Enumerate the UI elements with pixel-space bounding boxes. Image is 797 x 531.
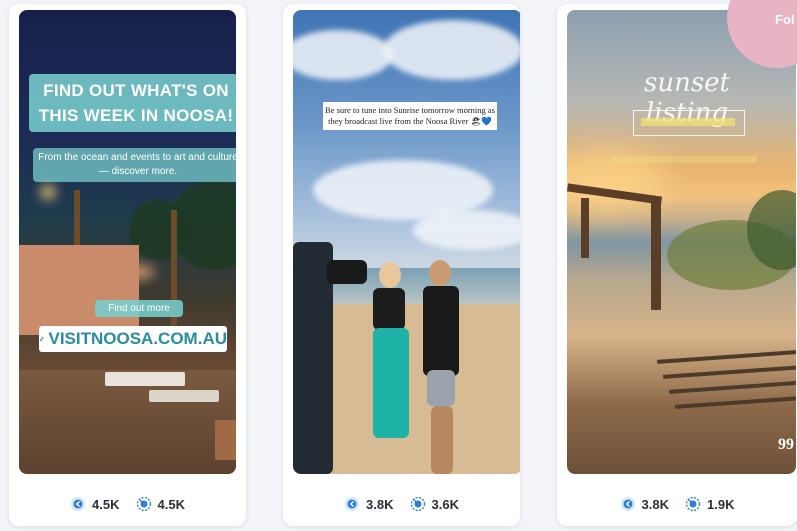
story-link-sticker: VISITNOOSA.COM.AU <box>39 326 227 352</box>
reach-icon <box>685 496 701 512</box>
story-stats: 3.8K 1.9K <box>557 482 797 526</box>
views-stat: 3.8K <box>620 496 669 512</box>
story-card-2[interactable]: Be sure to tune into Sunrise tomorrow mo… <box>283 4 520 526</box>
views-icon <box>620 497 635 511</box>
story-stats: 4.5K 4.5K <box>9 482 246 526</box>
views-icon <box>71 497 86 511</box>
views-count: 3.8K <box>641 496 669 512</box>
reach-stat: 3.6K <box>410 496 459 512</box>
story-thumbnail-1[interactable]: FIND OUT WHAT'S ON THIS WEEK IN NOOSA! F… <box>19 10 236 474</box>
story-card-1[interactable]: FIND OUT WHAT'S ON THIS WEEK IN NOOSA! F… <box>9 4 246 526</box>
story-thumbnail-3[interactable]: sunset listing 99 <box>567 10 796 474</box>
reach-count: 3.6K <box>431 496 459 512</box>
follow-badge-label: Fol <box>775 12 795 27</box>
reach-stat: 4.5K <box>136 496 185 512</box>
views-stat: 4.5K <box>70 496 120 512</box>
story-headline: FIND OUT WHAT'S ON THIS WEEK IN NOOSA! <box>29 74 236 132</box>
find-out-more-label: Find out more <box>95 300 183 317</box>
story-subline: From the ocean and events to art and cul… <box>33 148 236 182</box>
story-thumbnail-2[interactable]: Be sure to tune into Sunrise tomorrow mo… <box>293 10 520 474</box>
story-caption: Be sure to tune into Sunrise tomorrow mo… <box>323 102 497 130</box>
reach-count: 4.5K <box>157 496 185 512</box>
story-stats: 3.8K 3.6K <box>283 482 520 526</box>
story-card-3[interactable]: sunset listing 99 3.8K 1.9K <box>557 4 797 526</box>
reach-stat: 1.9K <box>685 496 734 512</box>
link-icon <box>39 336 44 342</box>
views-count: 4.5K <box>92 496 120 512</box>
reach-icon <box>136 496 151 512</box>
reach-count: 1.9K <box>707 496 735 512</box>
views-icon <box>345 497 360 511</box>
views-stat: 3.8K <box>344 496 394 512</box>
story-url: VISITNOOSA.COM.AU <box>48 329 227 348</box>
story-corner-number: 99 <box>778 436 794 453</box>
views-count: 3.8K <box>366 496 394 512</box>
reach-icon <box>410 496 425 512</box>
